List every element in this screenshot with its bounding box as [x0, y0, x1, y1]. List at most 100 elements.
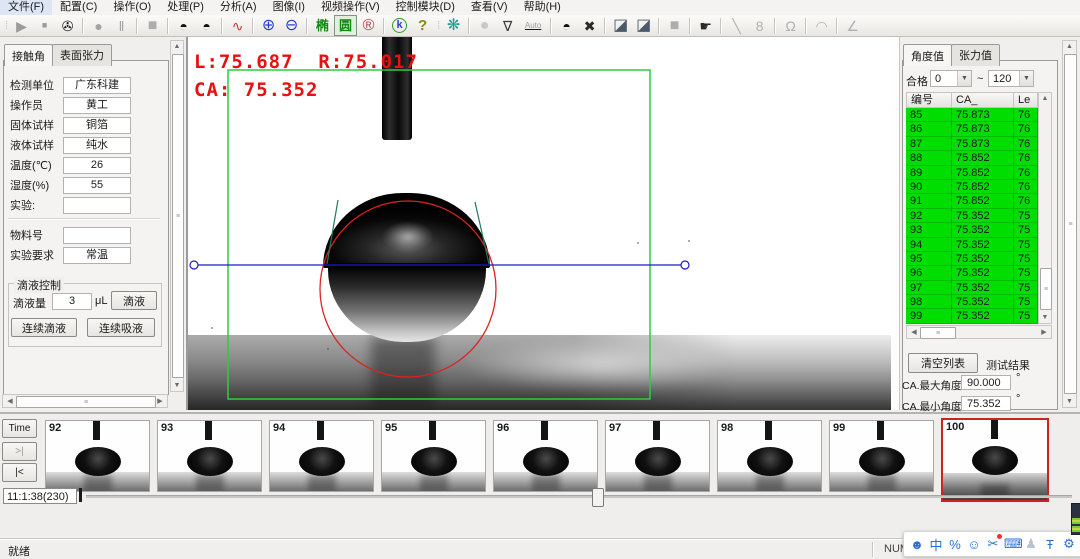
angle-tool-icon[interactable]: ∠ — [841, 15, 864, 36]
table-hscroll-thumb[interactable]: ≡ — [920, 327, 956, 339]
table-row[interactable]: 9375.35275 — [906, 223, 1038, 237]
camera-viewport[interactable]: L:75.687 R:75.017 CA: 75.352 — [188, 37, 891, 410]
scroll-up-icon[interactable]: ▲ — [171, 43, 183, 50]
tab-tension-values[interactable]: 张力值 — [951, 44, 1000, 66]
ellipse-fit-icon[interactable]: 椭 — [311, 15, 334, 36]
frame-thumbnail-92[interactable]: 92 — [45, 420, 150, 492]
left-panel-hscroll-thumb[interactable]: ≡ — [16, 396, 156, 408]
table-row[interactable]: 8675.87376 — [906, 122, 1038, 136]
temperature-input[interactable]: 26 — [63, 157, 131, 174]
record-icon[interactable]: ● — [87, 15, 110, 36]
flask-icon[interactable]: ∇ — [496, 15, 519, 36]
scroll-left-icon[interactable]: ◀ — [908, 326, 920, 338]
stop-icon[interactable]: ■ — [33, 15, 56, 36]
menu-item-5[interactable]: 分析(A) — [212, 0, 265, 15]
ellipse-axis-icon[interactable]: ⊖ — [280, 15, 303, 36]
stamp-icon[interactable]: ® — [357, 15, 380, 36]
continuous-drop-button[interactable]: 连续滴液 — [11, 318, 77, 337]
line-tool-icon[interactable]: ╲ — [725, 15, 748, 36]
menu-item-8[interactable]: 控制模块(D) — [388, 0, 463, 15]
right-panel-vscroll-thumb[interactable]: ≡ — [1064, 54, 1077, 394]
table-row[interactable]: 9775.35275 — [906, 281, 1038, 295]
circle-fit-icon[interactable]: 圆 — [334, 15, 357, 36]
tab-angle-values[interactable]: 角度值 — [903, 44, 952, 66]
scroll-right-icon[interactable]: ▶ — [1038, 326, 1050, 338]
menu-item-3[interactable]: 操作(O) — [105, 0, 159, 15]
k-circle-icon[interactable]: k — [388, 15, 411, 36]
drop-amount-input[interactable]: 3 — [52, 293, 92, 310]
frame-thumbnail-94[interactable]: 94 — [269, 420, 374, 492]
dome-outline-icon[interactable]: ◠ — [810, 15, 833, 36]
col-left[interactable]: Le — [1014, 92, 1038, 108]
col-index[interactable]: 编号 — [906, 92, 952, 108]
menu-item-4[interactable]: 处理(P) — [159, 0, 212, 15]
hand-icon[interactable]: ☛ — [694, 15, 717, 36]
cross-icon[interactable]: ✖ — [578, 15, 601, 36]
drop-button[interactable]: 滴液 — [111, 291, 157, 310]
scroll-left-icon[interactable]: ◀ — [4, 395, 16, 407]
range-from-select[interactable]: 0 ▼ — [930, 70, 972, 87]
frame-thumbnail-93[interactable]: 93 — [157, 420, 262, 492]
sessile-drop-icon[interactable]: ◓ — [172, 15, 195, 36]
table-row[interactable]: 9475.35275 — [906, 238, 1038, 252]
ring-icon[interactable]: ● — [473, 15, 496, 36]
left-panel-vscrollbar[interactable]: ▲ ≡ ▼ — [170, 40, 184, 392]
curve-tool-icon[interactable]: 8 — [748, 15, 771, 36]
menu-item-9[interactable]: 查看(V) — [463, 0, 516, 15]
table-row[interactable]: 9075.85276 — [906, 180, 1038, 194]
ime-user-icon[interactable]: ♟ — [1023, 536, 1039, 552]
menu-item-1[interactable]: 文件(F) — [0, 0, 52, 15]
go-first-button[interactable]: |< — [2, 463, 37, 482]
ime-keyboard-icon[interactable]: ⌨ — [1004, 536, 1020, 552]
ime-emoji-icon[interactable]: ☺ — [966, 537, 982, 552]
pinwheel-icon[interactable]: ❋ — [442, 15, 465, 36]
frame-thumbnail-100[interactable]: 100 — [941, 418, 1049, 502]
menu-item-2[interactable]: 配置(C) — [52, 0, 105, 15]
scroll-down-icon[interactable]: ▼ — [171, 382, 183, 389]
image-icon-2[interactable]: ◪ — [632, 15, 655, 36]
material-no-input[interactable] — [63, 227, 131, 244]
left-panel-hscrollbar[interactable]: ◀ ≡ ▶ — [2, 394, 168, 408]
humidity-input[interactable]: 55 — [63, 177, 131, 194]
table-row[interactable]: 9975.35275 — [906, 309, 1038, 323]
clear-list-button[interactable]: 清空列表 — [908, 353, 978, 373]
ime-account-icon[interactable]: ☻ — [909, 537, 925, 552]
time-button[interactable]: Time — [2, 419, 37, 438]
table-row[interactable]: 8775.87376 — [906, 137, 1038, 151]
solid-sample-input[interactable]: 铜箔 — [63, 117, 131, 134]
scroll-up-icon[interactable]: ▲ — [1063, 43, 1076, 50]
help-icon[interactable]: ? — [411, 15, 434, 36]
liquid-sample-input[interactable]: 纯水 — [63, 137, 131, 154]
step-forward-button[interactable]: >| — [2, 442, 37, 461]
roi-rectangle[interactable] — [228, 70, 650, 399]
baseline-left-handle[interactable] — [190, 261, 198, 269]
tab-surface-tension[interactable]: 表面张力 — [52, 44, 112, 66]
crosshair-icon[interactable]: ⊕ — [257, 15, 280, 36]
tab-contact-angle[interactable]: 接触角 — [4, 44, 53, 66]
pause-icon[interactable]: ‖ — [110, 15, 133, 36]
continuous-suck-button[interactable]: 连续吸液 — [87, 318, 155, 337]
drop-shape-icon[interactable]: ◓ — [555, 15, 578, 36]
table-row[interactable]: 8575.87376 — [906, 108, 1038, 122]
ime-screenshot-icon[interactable]: ✂ — [985, 536, 1001, 552]
left-panel-vscroll-thumb[interactable]: ≡ — [172, 54, 184, 378]
table-row[interactable]: 9575.35275 — [906, 252, 1038, 266]
menu-item-10[interactable]: 帮助(H) — [516, 0, 569, 15]
frame-thumbnail-97[interactable]: 97 — [605, 420, 710, 492]
right-panel-vscrollbar[interactable]: ▲ ≡ ▼ — [1062, 40, 1077, 408]
menu-item-7[interactable]: 视频操作(V) — [313, 0, 388, 15]
chevron-down-icon[interactable]: ▼ — [1019, 71, 1033, 86]
table-row[interactable]: 8975.85276 — [906, 166, 1038, 180]
table-row[interactable]: 9875.35275 — [906, 295, 1038, 309]
drop-outline-icon[interactable]: Ω — [779, 15, 802, 36]
frame-slider-track[interactable] — [86, 495, 1072, 498]
range-to-select[interactable]: 120 ▼ — [988, 70, 1034, 87]
col-ca[interactable]: CA_ — [952, 92, 1014, 108]
chevron-down-icon[interactable]: ▼ — [957, 71, 971, 86]
sessile-drop-alt-icon[interactable]: ◓ — [195, 15, 218, 36]
scroll-right-icon[interactable]: ▶ — [154, 395, 166, 407]
table-row[interactable]: 9175.85276 — [906, 194, 1038, 208]
frame-thumbnail-96[interactable]: 96 — [493, 420, 598, 492]
auto-icon[interactable]: Auto — [519, 15, 547, 36]
ime-skin-icon[interactable]: Ŧ — [1042, 537, 1058, 552]
